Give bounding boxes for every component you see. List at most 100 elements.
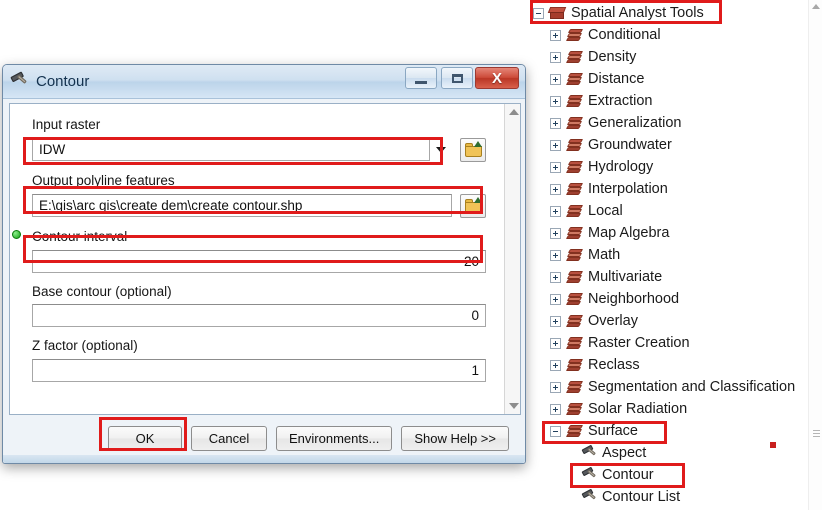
toolset-icon xyxy=(565,358,584,372)
expand-icon[interactable] xyxy=(550,381,561,393)
environments-button[interactable]: Environments... xyxy=(276,425,393,451)
field-output-polyline-features: E:\gis\arc gis\create dem\create contour… xyxy=(32,193,486,218)
toolset-icon xyxy=(565,402,584,416)
tree-item-surface[interactable]: Surface xyxy=(528,420,822,442)
tree-item-label: Solar Radiation xyxy=(588,400,688,417)
base-contour-value: 0 xyxy=(471,308,479,324)
tree-item-math[interactable]: Math xyxy=(528,244,822,266)
tree-item-label: Extraction xyxy=(588,92,653,109)
browse-input-raster-button[interactable] xyxy=(460,137,486,162)
scroll-down-icon[interactable] xyxy=(509,403,519,409)
expand-icon[interactable] xyxy=(550,117,561,129)
collapse-icon-root[interactable] xyxy=(533,7,544,19)
expand-icon[interactable] xyxy=(550,205,561,217)
expand-icon[interactable] xyxy=(550,95,561,107)
tree-item-multivariate[interactable]: Multivariate xyxy=(528,266,822,288)
tree-item-neighborhood[interactable]: Neighborhood xyxy=(528,288,822,310)
tree-item-label: Overlay xyxy=(588,312,638,329)
dialog-bottom-edge xyxy=(3,455,525,463)
toolset-icon xyxy=(565,336,584,350)
tree-item-label: Spatial Analyst Tools xyxy=(571,4,704,21)
toolset-icon xyxy=(565,138,584,152)
tree-item-reclass[interactable]: Reclass xyxy=(528,354,822,376)
tree-item-contour[interactable]: Contour xyxy=(528,464,822,486)
browse-output-button[interactable] xyxy=(460,193,486,218)
expand-icon[interactable] xyxy=(550,161,561,173)
expand-icon[interactable] xyxy=(550,227,561,239)
tree-item-generalization[interactable]: Generalization xyxy=(528,112,822,134)
toolset-icon xyxy=(565,116,584,130)
expand-icon[interactable] xyxy=(550,51,561,63)
label-output-polyline-features: Output polyline features xyxy=(32,172,175,188)
ok-button[interactable]: OK xyxy=(108,425,182,451)
collapse-icon-surface[interactable] xyxy=(550,425,561,437)
screen-root: Spatial Analyst Tools Conditional Densit… xyxy=(0,0,822,510)
tree-item-map-algebra[interactable]: Map Algebra xyxy=(528,222,822,244)
close-icon: X xyxy=(491,69,502,87)
tree-item-density[interactable]: Density xyxy=(528,46,822,68)
tree-item-aspect[interactable]: Aspect xyxy=(528,442,822,464)
expand-icon[interactable] xyxy=(550,249,561,261)
expand-icon[interactable] xyxy=(550,29,561,41)
toolset-icon xyxy=(565,314,584,328)
chevron-down-icon[interactable] xyxy=(430,139,452,160)
tree-item-overlay[interactable]: Overlay xyxy=(528,310,822,332)
tree-item-label: Hydrology xyxy=(588,158,654,175)
required-field-indicator xyxy=(12,230,21,239)
expand-icon[interactable] xyxy=(550,315,561,327)
field-z-factor: 1 xyxy=(32,359,486,383)
toolbox-scrollbar[interactable] xyxy=(808,0,822,510)
z-factor-value: 1 xyxy=(471,363,479,379)
hammer-icon xyxy=(581,466,598,483)
expand-icon[interactable] xyxy=(550,271,561,283)
tree-item-label: Raster Creation xyxy=(588,334,690,351)
tree-item-spatial-analyst-tools[interactable]: Spatial Analyst Tools xyxy=(528,2,822,24)
base-contour-input[interactable]: 0 xyxy=(32,304,486,328)
input-raster-combobox[interactable]: IDW xyxy=(32,138,430,162)
expand-icon[interactable] xyxy=(550,293,561,305)
expand-icon[interactable] xyxy=(550,337,561,349)
minimize-button[interactable] xyxy=(405,67,437,89)
tree-item-groundwater[interactable]: Groundwater xyxy=(528,134,822,156)
tree-item-conditional[interactable]: Conditional xyxy=(528,24,822,46)
scroll-up-icon[interactable] xyxy=(812,4,820,9)
tree-item-segmentation-and-classification[interactable]: Segmentation and Classification xyxy=(528,376,822,398)
toolset-icon xyxy=(565,226,584,240)
contour-interval-value: 20 xyxy=(463,253,479,269)
field-base-contour: 0 xyxy=(32,304,486,328)
expand-icon[interactable] xyxy=(550,359,561,371)
dialog-scrollbar[interactable] xyxy=(504,104,520,414)
toolset-icon xyxy=(565,72,584,86)
tree-item-label: Contour List xyxy=(602,488,681,505)
scroll-up-icon[interactable] xyxy=(509,109,519,115)
expand-icon[interactable] xyxy=(550,403,561,415)
input-raster-value: IDW xyxy=(39,142,66,158)
maximize-button[interactable] xyxy=(441,67,473,89)
expand-icon[interactable] xyxy=(550,139,561,151)
tree-item-hydrology[interactable]: Hydrology xyxy=(528,156,822,178)
expand-icon[interactable] xyxy=(550,183,561,195)
dialog-button-bar: OK Cancel Environments... Show Help >> xyxy=(9,417,519,459)
tree-item-extraction[interactable]: Extraction xyxy=(528,90,822,112)
expand-icon[interactable] xyxy=(550,73,561,85)
tree-item-solar-radiation[interactable]: Solar Radiation xyxy=(528,398,822,420)
cancel-button[interactable]: Cancel xyxy=(191,425,267,451)
tree-item-interpolation[interactable]: Interpolation xyxy=(528,178,822,200)
output-polyline-features-input[interactable]: E:\gis\arc gis\create dem\create contour… xyxy=(32,194,452,218)
tree-item-distance[interactable]: Distance xyxy=(528,68,822,90)
dialog-title-bar[interactable]: Contour X xyxy=(3,65,525,99)
show-help-button[interactable]: Show Help >> xyxy=(401,425,509,451)
tree-item-raster-creation[interactable]: Raster Creation xyxy=(528,332,822,354)
tree-item-local[interactable]: Local xyxy=(528,200,822,222)
contour-tool-dialog: Contour X Input raster IDW Output polyli… xyxy=(2,64,526,464)
z-factor-input[interactable]: 1 xyxy=(32,359,486,383)
tree-item-label: Local xyxy=(588,202,623,219)
tree-item-contour-list[interactable]: Contour List xyxy=(528,486,822,508)
label-contour-interval: Contour interval xyxy=(32,228,128,244)
contour-interval-input[interactable]: 20 xyxy=(32,249,486,273)
toolset-icon xyxy=(565,94,584,108)
close-button[interactable]: X xyxy=(475,67,519,89)
tree-item-label: Multivariate xyxy=(588,268,663,285)
scroll-grip[interactable] xyxy=(813,430,820,440)
toolset-icon xyxy=(565,248,584,262)
